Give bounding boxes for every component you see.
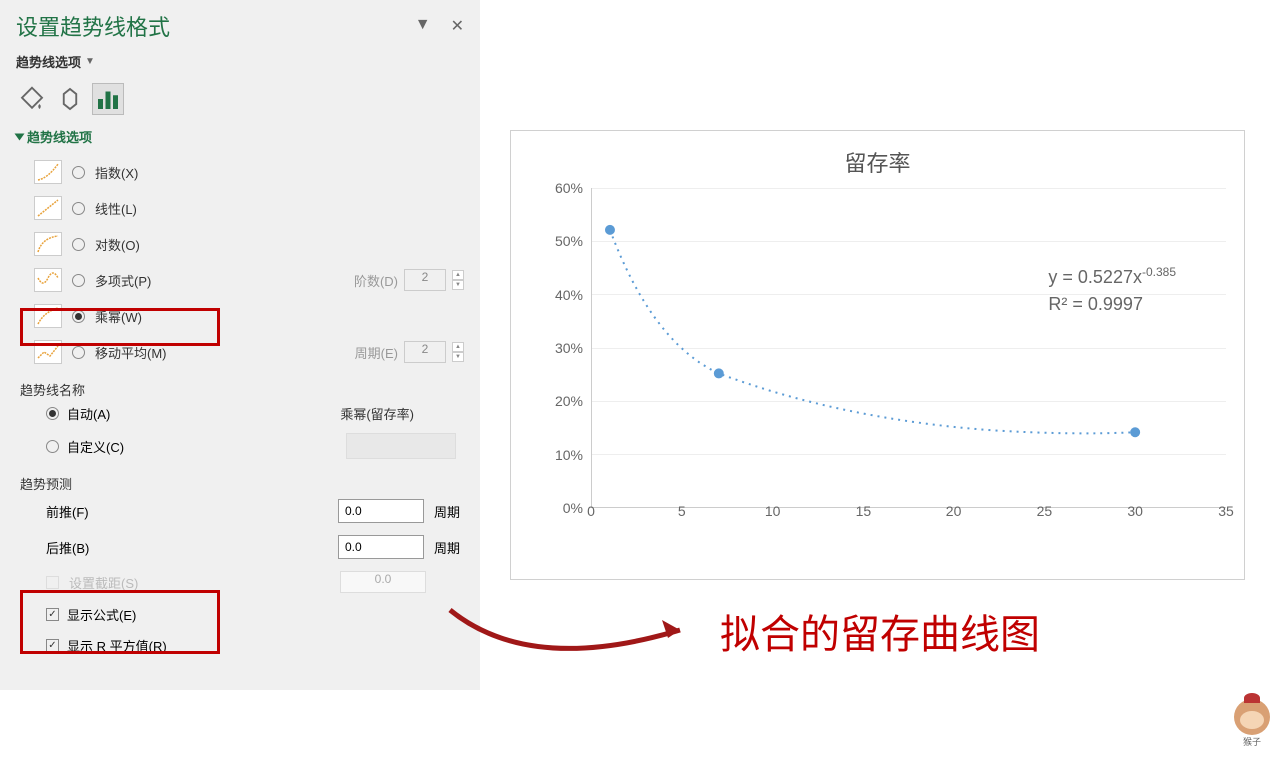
power-icon [34, 304, 62, 328]
polynomial-icon [34, 268, 62, 292]
radio-name-custom[interactable] [46, 440, 59, 453]
intercept-checkbox [46, 576, 59, 589]
intercept-label: 设置截距(S) [69, 573, 138, 592]
annotation-arrow [430, 590, 710, 680]
name-auto-row[interactable]: 自动(A) 乘幂(留存率) [16, 399, 464, 428]
x-axis: 0 5 10 15 20 25 30 35 [591, 503, 1226, 528]
format-trendline-panel: 设置趋势线格式 ▼ ✕ 趋势线选项 ▼ 趋势线选项 指数(X) 线性(L) [0, 0, 480, 690]
y-axis: 60% 50% 40% 30% 20% 10% 0% [546, 188, 591, 508]
dropdown-icon[interactable]: ▼ [415, 16, 431, 36]
moving-average-icon [34, 340, 62, 364]
radio-power[interactable] [72, 310, 85, 323]
intercept-input: 0.0 [340, 571, 426, 593]
fill-tab-icon[interactable] [16, 83, 48, 115]
close-icon[interactable]: ✕ [451, 16, 464, 36]
period-down: ▼ [452, 352, 464, 362]
show-r2-checkbox[interactable] [46, 639, 59, 652]
option-power[interactable]: 乘幂(W) [16, 298, 464, 334]
option-exponential[interactable]: 指数(X) [16, 154, 464, 190]
option-linear[interactable]: 线性(L) [16, 190, 464, 226]
retention-chart: 留存率 60% 50% 40% 30% 20% 10% 0% y [510, 130, 1245, 580]
show-r2-row[interactable]: 显示 R 平方值(R) [16, 630, 464, 661]
chevron-down-icon: ▼ [85, 56, 95, 67]
data-point [605, 225, 615, 235]
radio-linear[interactable] [72, 202, 85, 215]
forecast-section: 趋势预测 [20, 474, 464, 493]
period-up: ▲ [452, 342, 464, 352]
order-down: ▼ [452, 280, 464, 290]
option-logarithmic[interactable]: 对数(O) [16, 226, 464, 262]
show-equation-row[interactable]: 显示公式(E) [16, 599, 464, 630]
custom-name-input [346, 433, 456, 459]
forward-label: 前推(F) [46, 502, 89, 521]
section-trendline-options[interactable]: 趋势线选项 [16, 127, 464, 146]
panel-title: 设置趋势线格式 [16, 10, 170, 42]
linear-icon [34, 196, 62, 220]
chart-title: 留存率 [526, 146, 1229, 178]
polynomial-order-input: 2 [404, 269, 446, 291]
annotation-text: 拟合的留存曲线图 [720, 602, 1040, 660]
exponential-icon [34, 160, 62, 184]
plot-area: y = 0.5227x-0.385 R² = 0.9997 [591, 188, 1226, 508]
name-custom-row[interactable]: 自定义(C) [16, 428, 464, 464]
chart-options-tab-icon[interactable] [92, 83, 124, 115]
trendline-options-dropdown[interactable]: 趋势线选项 ▼ [16, 52, 464, 71]
option-polynomial[interactable]: 多项式(P) 阶数(D) 2 ▲▼ [16, 262, 464, 298]
radio-logarithmic[interactable] [72, 238, 85, 251]
radio-moving-average[interactable] [72, 346, 85, 359]
period-input: 2 [404, 341, 446, 363]
trendline-curve [610, 230, 1135, 433]
show-equation-checkbox[interactable] [46, 608, 59, 621]
data-point [1130, 427, 1140, 437]
backward-input[interactable] [338, 535, 424, 559]
radio-name-auto[interactable] [46, 407, 59, 420]
radio-polynomial[interactable] [72, 274, 85, 287]
order-up: ▲ [452, 270, 464, 280]
expand-icon [15, 133, 25, 140]
monkey-watermark: 猴子 [1234, 699, 1270, 748]
option-moving-average[interactable]: 移动平均(M) 周期(E) 2 ▲▼ [16, 334, 464, 370]
trendline-name-section: 趋势线名称 [20, 380, 464, 399]
effects-tab-icon[interactable] [54, 83, 86, 115]
forward-input[interactable] [338, 499, 424, 523]
backward-label: 后推(B) [46, 538, 89, 557]
chart-equation: y = 0.5227x-0.385 R² = 0.9997 [1048, 263, 1176, 318]
radio-exponential[interactable] [72, 166, 85, 179]
logarithmic-icon [34, 232, 62, 256]
data-point [714, 368, 724, 378]
